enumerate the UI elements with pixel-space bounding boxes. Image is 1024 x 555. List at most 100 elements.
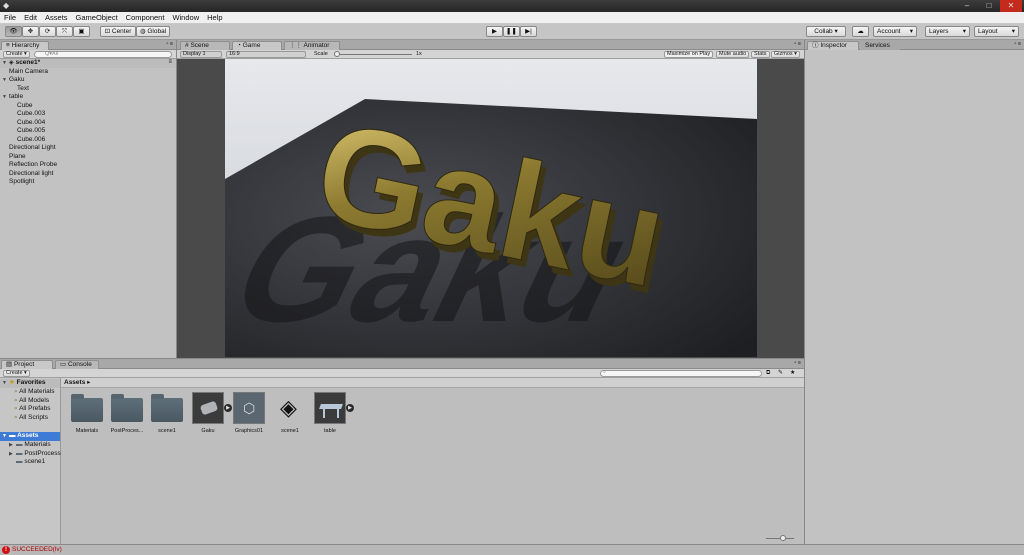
favorite-item[interactable]: ⌕ All Materials — [0, 388, 60, 397]
aspect-dropdown[interactable]: 16:9 — [226, 51, 306, 58]
maximize-on-play-toggle[interactable]: Maximize on Play — [664, 51, 714, 58]
space-toggle-button[interactable]: ◍ Global — [136, 26, 170, 37]
favorite-item[interactable]: ⌕ All Scripts — [0, 414, 60, 423]
panel-menu-icon[interactable]: ▫ ≡ — [794, 360, 801, 366]
layers-label: Layers — [929, 28, 949, 35]
collab-button[interactable]: Collab ▾ — [806, 26, 846, 37]
status-text[interactable]: SUCCEEDED(lv) — [12, 545, 62, 555]
favorites-header[interactable]: ▼ ★ Favorites — [0, 379, 60, 388]
pivot-toggle-button[interactable]: ⊡ Center — [100, 26, 136, 37]
tree-folder-item[interactable]: ▬ scene1 — [0, 458, 60, 467]
hierarchy-search-input[interactable]: Q▾All — [34, 51, 172, 58]
expand-arrow-icon[interactable]: ▶ — [346, 404, 354, 412]
step-button[interactable]: ▶| — [520, 26, 537, 37]
tab-console[interactable]: ▭ Console — [55, 360, 99, 369]
hierarchy-item[interactable]: Text — [0, 85, 176, 94]
hierarchy-item[interactable]: ▼ Gaku — [0, 76, 176, 85]
hierarchy-item[interactable]: Main Camera — [0, 68, 176, 77]
tab-game[interactable]: ◔ Game — [232, 41, 282, 50]
slider-thumb[interactable] — [334, 51, 340, 57]
options-icon[interactable]: ≡ — [168, 59, 172, 65]
asset-scene1-folder[interactable]: scene1 — [147, 392, 187, 434]
pause-button[interactable]: ❚❚ — [503, 26, 520, 37]
favorite-item[interactable]: ⌕ All Models — [0, 397, 60, 406]
hierarchy-item[interactable]: Plane — [0, 153, 176, 162]
menu-edit[interactable]: Edit — [20, 12, 41, 24]
star-icon[interactable]: ★ — [790, 369, 795, 378]
assets-root-item[interactable]: ▼ ▬ Assets — [0, 432, 60, 441]
account-dropdown[interactable]: Account ▾ — [873, 26, 917, 37]
display-dropdown[interactable]: Display 1 — [180, 51, 222, 58]
asset-table-model[interactable]: ▶ table — [310, 392, 354, 434]
layers-dropdown[interactable]: Layers ▾ — [925, 26, 970, 37]
mute-audio-toggle[interactable]: Mute audio — [716, 51, 750, 58]
tab-services[interactable]: Services — [860, 41, 900, 50]
asset-gaku-model[interactable]: ▶ Gaku — [188, 392, 232, 434]
favorite-item[interactable]: ⌕ All Prefabs — [0, 405, 60, 414]
scale-tool-button[interactable]: ⤧ — [56, 26, 73, 37]
panel-menu-icon[interactable]: ▫ ≡ — [794, 41, 801, 47]
tab-scene[interactable]: # Scene — [180, 41, 230, 50]
expand-arrow-icon[interactable]: ▼ — [2, 379, 9, 388]
hierarchy-item[interactable]: Reflection Probe — [0, 161, 176, 170]
gizmos-dropdown[interactable]: Gizmos ▾ — [771, 51, 800, 58]
expand-arrow-icon[interactable]: ▼ — [2, 432, 9, 441]
menu-file[interactable]: File — [0, 12, 20, 24]
expand-arrow-icon[interactable]: ▼ — [2, 93, 9, 102]
rotate-tool-button[interactable]: ⟳ — [39, 26, 56, 37]
favorite-label: All Prefabs — [19, 405, 51, 412]
expand-arrow-icon[interactable]: ▼ — [2, 60, 9, 66]
menu-component[interactable]: Component — [122, 12, 169, 24]
close-icon[interactable]: ✕ — [1000, 0, 1022, 12]
layout-dropdown[interactable]: Layout ▾ — [974, 26, 1019, 37]
stats-toggle[interactable]: Stats — [751, 51, 770, 58]
panel-menu-icon[interactable]: ▫ ≡ — [166, 41, 173, 47]
project-search-input[interactable]: ⌕ — [600, 369, 762, 377]
menu-gameobject[interactable]: GameObject — [72, 12, 122, 24]
panel-menu-icon[interactable]: ▫ ≡ — [1014, 41, 1021, 47]
hierarchy-item[interactable]: Cube.006 — [0, 136, 176, 145]
minimize-icon[interactable]: – — [956, 0, 978, 12]
create-button[interactable]: Create ▾ — [3, 51, 30, 58]
scale-slider[interactable] — [334, 51, 412, 57]
filter-type-icon[interactable]: ⧉ — [766, 369, 770, 378]
cloud-button[interactable]: ☁ — [852, 26, 869, 37]
asset-postprocess[interactable]: PostProces... — [107, 392, 147, 434]
expand-arrow-icon[interactable]: ▶ — [9, 450, 16, 459]
scene-row[interactable]: ▼ ◈ scene1* ≡ — [0, 59, 176, 68]
hierarchy-item[interactable]: Cube.003 — [0, 110, 176, 119]
play-button[interactable]: ▶ — [486, 26, 503, 37]
menu-help[interactable]: Help — [203, 12, 226, 24]
tab-project[interactable]: ▤ Project — [1, 360, 53, 369]
breadcrumb-assets[interactable]: Assets ▸ — [64, 378, 90, 388]
move-tool-button[interactable]: ✥ — [22, 26, 39, 37]
hierarchy-item[interactable]: Cube.005 — [0, 127, 176, 136]
expand-arrow-icon[interactable]: ▶ — [9, 441, 16, 450]
asset-scene1[interactable]: ◈ scene1 — [270, 392, 310, 434]
slider-thumb[interactable] — [780, 535, 786, 541]
menu-window[interactable]: Window — [168, 12, 203, 24]
hierarchy-item[interactable]: Cube — [0, 102, 176, 111]
maximize-icon[interactable]: □ — [978, 0, 1000, 12]
hierarchy-item[interactable]: Spotlight — [0, 178, 176, 187]
tab-hierarchy[interactable]: ≡ Hierarchy — [1, 41, 49, 50]
hierarchy-item[interactable]: Directional light — [0, 170, 176, 179]
create-button[interactable]: Create ▾ — [3, 370, 30, 377]
hand-tool-button[interactable]: 👁 — [5, 26, 22, 37]
hierarchy-item[interactable]: Directional Light — [0, 144, 176, 153]
expand-arrow-icon[interactable]: ▼ — [2, 76, 9, 85]
tab-inspector[interactable]: ⓘ Inspector — [807, 41, 859, 50]
zoom-slider[interactable] — [766, 535, 794, 541]
tree-folder-item[interactable]: ▶ ▬ Materials — [0, 441, 60, 450]
rect-tool-button[interactable]: ▣ — [73, 26, 90, 37]
label-icon[interactable]: ✎ — [778, 369, 783, 378]
eye-icon: 👁 — [9, 28, 18, 35]
tree-folder-item[interactable]: ▶ ▬ PostProcess — [0, 450, 61, 459]
hierarchy-item[interactable]: ▼ table — [0, 93, 176, 102]
menu-assets[interactable]: Assets — [41, 12, 72, 24]
tab-animator[interactable]: ⋮⋮ Animator — [284, 41, 340, 50]
hierarchy-item[interactable]: Cube.004 — [0, 119, 176, 128]
asset-graphics01[interactable]: ⬡ Graphics01 — [229, 392, 269, 434]
asset-materials[interactable]: Materials — [67, 392, 107, 434]
game-viewport[interactable]: Gaku Gaku Gaku — [225, 59, 757, 357]
